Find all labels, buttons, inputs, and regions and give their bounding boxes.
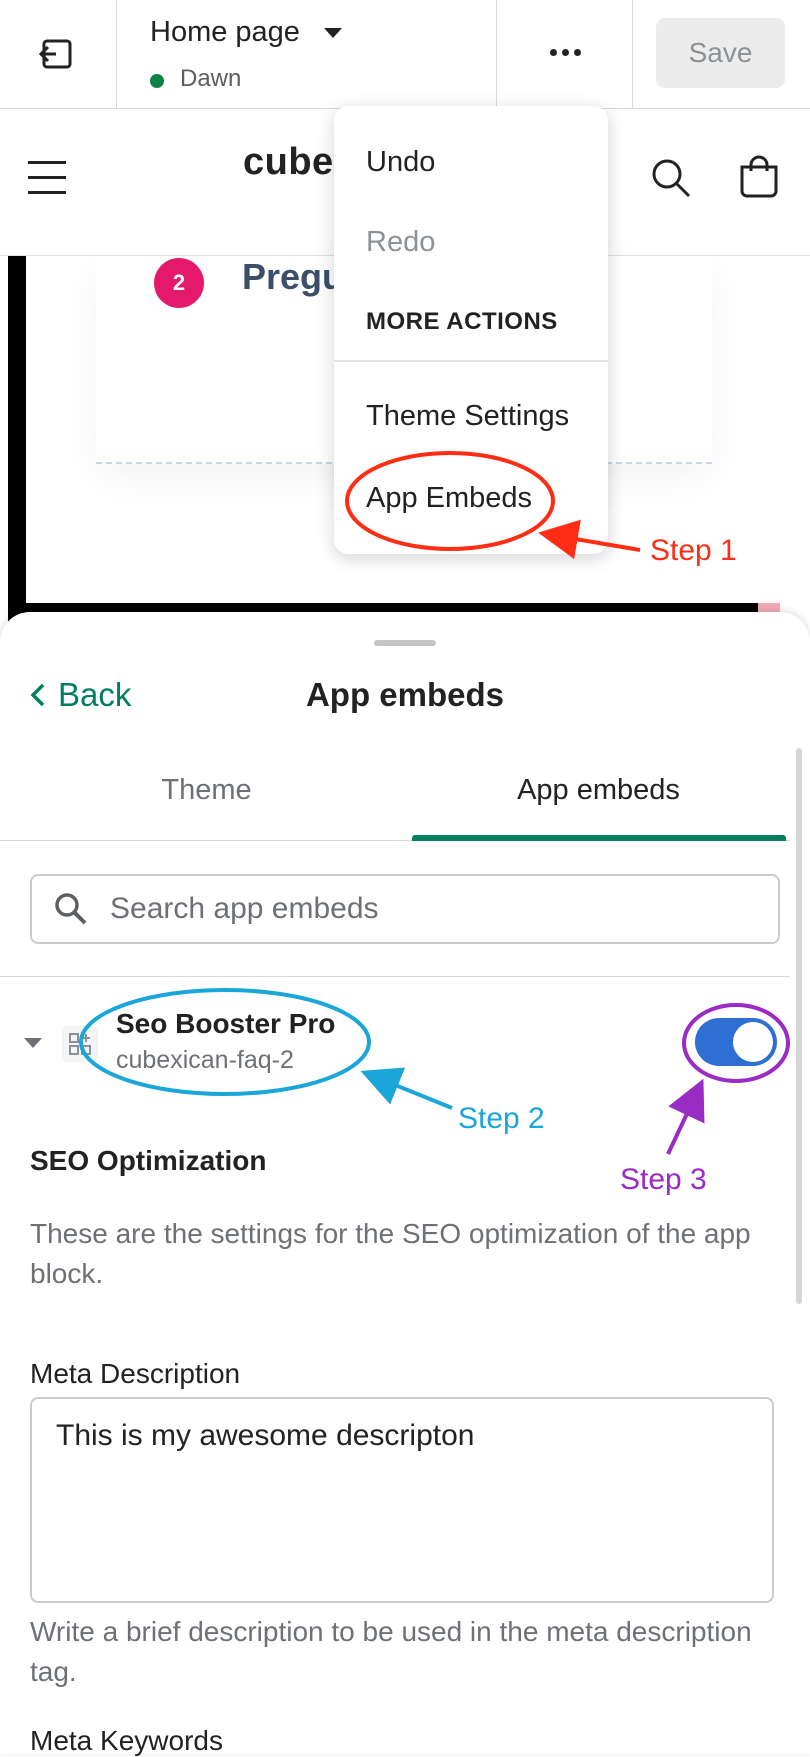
meta-keywords-label: Meta Keywords [30, 1725, 223, 1756]
ellipsis-icon [561, 48, 569, 56]
exit-editor-button[interactable] [30, 30, 82, 78]
search-app-embeds-field[interactable] [30, 874, 780, 944]
meta-description-label: Meta Description [30, 1358, 241, 1389]
meta-description-field[interactable]: This is my awesome descripton [30, 1397, 774, 1603]
tab-app-embeds[interactable]: App embeds [396, 774, 801, 807]
sheet-drag-handle[interactable] [374, 640, 436, 646]
faq-question-text[interactable]: Pregu [242, 256, 344, 298]
more-actions-menu: Undo Redo MORE ACTIONS Theme Settings Ap… [334, 106, 608, 554]
chevron-down-icon[interactable] [324, 28, 342, 38]
back-label: Back [58, 676, 132, 713]
exit-icon [38, 39, 72, 69]
app-block-icon [62, 1026, 98, 1062]
search-input[interactable] [108, 891, 752, 927]
meta-description-help: Write a brief description to be used in … [30, 1616, 752, 1687]
step2-label: Step 2 [458, 1102, 545, 1135]
hamburger-menu-icon[interactable] [28, 161, 66, 195]
settings-heading: SEO Optimization [30, 1145, 267, 1176]
save-button[interactable]: Save [656, 18, 785, 88]
expand-caret-icon[interactable] [24, 1038, 42, 1048]
search-icon [55, 893, 87, 925]
menu-section-heading: MORE ACTIONS [366, 308, 558, 335]
app-embed-handle: cubexican-faq-2 [116, 1046, 294, 1074]
ellipsis-icon [549, 48, 557, 56]
chevron-left-icon [30, 683, 45, 707]
tab-theme[interactable]: Theme [4, 774, 409, 807]
active-tab-indicator [412, 835, 786, 841]
menu-item-app-embeds[interactable]: App Embeds [366, 482, 532, 515]
menu-divider [334, 360, 608, 362]
app-embed-toggle[interactable] [695, 1018, 777, 1066]
cart-icon[interactable] [738, 155, 780, 199]
divider [632, 0, 633, 108]
theme-name: Dawn [180, 65, 242, 92]
store-logo[interactable]: cube [243, 141, 334, 184]
sheet-scrollbar[interactable] [796, 748, 802, 1304]
page-selector[interactable]: Home page [150, 16, 300, 49]
more-actions-button[interactable] [540, 32, 590, 72]
app-embed-name: Seo Booster Pro [116, 1008, 336, 1039]
menu-item-theme-settings[interactable]: Theme Settings [366, 400, 569, 433]
menu-item-redo[interactable]: Redo [366, 226, 435, 259]
step3-label: Step 3 [620, 1163, 707, 1196]
toggle-knob [733, 1022, 773, 1062]
section-divider [0, 976, 790, 977]
divider [496, 0, 497, 108]
theme-status-dot [150, 74, 164, 88]
divider [116, 0, 117, 108]
faq-number-badge: 2 [154, 258, 204, 308]
section-outline [8, 256, 26, 629]
back-button[interactable]: Back [30, 676, 131, 714]
menu-item-undo[interactable]: Undo [366, 146, 435, 179]
step1-label: Step 1 [650, 534, 737, 567]
settings-description: These are the settings for the SEO optim… [30, 1218, 751, 1289]
ellipsis-icon [573, 48, 581, 56]
search-icon[interactable] [650, 157, 692, 199]
